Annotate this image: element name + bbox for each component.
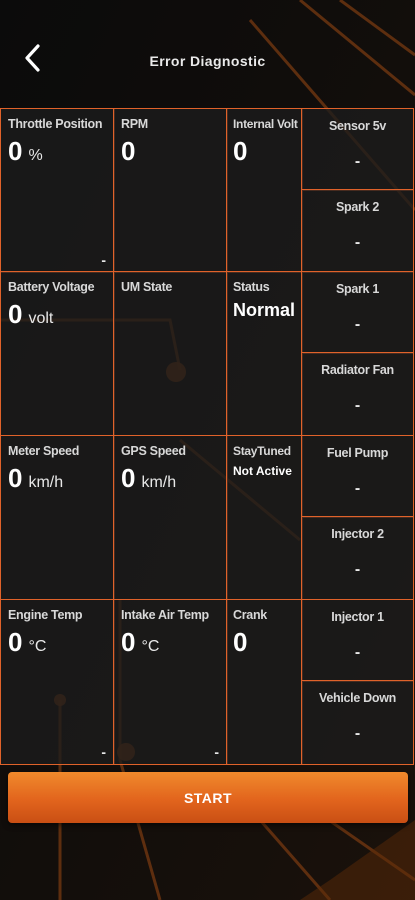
start-button[interactable]: START (8, 772, 408, 823)
value-unit: °C (141, 638, 160, 655)
diagnostic-grid: Throttle Position 0% - RPM 0 Internal Vo… (0, 108, 415, 765)
value-unit: volt (28, 310, 54, 327)
stay-tuned-tile: StayTuned Not Active (226, 435, 303, 600)
tile-label: Fuel Pump (326, 446, 389, 460)
injector-1-tile: Injector 1 - (301, 599, 414, 682)
tile-label: StayTuned (233, 444, 291, 458)
tile-value: Normal (233, 300, 295, 321)
tile-label: Sensor 5v (328, 119, 387, 133)
tile-label: Injector 2 (331, 527, 384, 541)
tile-label: GPS Speed (121, 444, 186, 458)
tile-value: 0 °C (8, 627, 46, 658)
tile-value: 0 °C (121, 627, 159, 658)
tile-value: - (354, 644, 361, 661)
value-number: 0 (233, 136, 248, 166)
tile-label: Injector 1 (331, 610, 384, 624)
injector-2-tile: Injector 2 - (301, 516, 414, 600)
tile-label: Crank (233, 608, 267, 622)
battery-voltage-tile: Battery Voltage 0 volt (0, 271, 115, 436)
tile-label: RPM (121, 117, 148, 131)
tile-label: Internal Volt (233, 117, 298, 131)
internal-volt-tile: Internal Volt 0 (226, 108, 303, 273)
tile-value: 0 (121, 136, 135, 167)
tile-label: Spark 2 (335, 200, 380, 214)
spark-1-tile: Spark 1 - (301, 271, 414, 354)
tile-label: Status (233, 280, 270, 294)
um-state-tile: UM State (113, 271, 228, 436)
tile-label: Vehicle Down (319, 691, 396, 705)
throttle-position-tile: Throttle Position 0% - (0, 108, 115, 273)
tile-value: 0 (233, 136, 247, 167)
value-unit: km/h (28, 474, 64, 491)
status-tile: Status Normal (226, 271, 303, 436)
tile-value: - (354, 234, 361, 251)
value-unit: % (28, 147, 43, 164)
meter-speed-tile: Meter Speed 0 km/h (0, 435, 115, 600)
tile-dash: - (214, 744, 219, 760)
value-number: 0 (233, 627, 248, 657)
tile-label: UM State (121, 280, 173, 294)
tile-label: Engine Temp (8, 608, 83, 622)
tile-value: - (354, 316, 361, 333)
tile-value: 0 km/h (8, 463, 63, 494)
tile-value: - (354, 561, 361, 578)
tile-label: Battery Voltage (8, 280, 95, 294)
tile-label: Throttle Position (8, 117, 103, 131)
value-unit: °C (28, 638, 47, 655)
tile-dash: - (101, 252, 106, 268)
value-number: 0 (121, 463, 136, 493)
tile-value: Not Active (233, 462, 292, 480)
status-value: Normal (233, 300, 296, 320)
value-number: 0 (121, 627, 136, 657)
value-number: 0 (121, 136, 136, 166)
page-title: Error Diagnostic (149, 53, 266, 69)
app-header: Error Diagnostic (0, 0, 415, 108)
tile-value: - (354, 397, 361, 414)
tile-value: - (354, 153, 361, 170)
spark-2-tile: Spark 2 - (301, 189, 414, 273)
tile-value: - (354, 480, 361, 497)
tile-label: Spark 1 (335, 282, 380, 296)
value-number: 0 (8, 299, 23, 329)
stay-tuned-value: Not Active (233, 464, 292, 478)
value-number: 0 (8, 627, 23, 657)
tile-label: Meter Speed (8, 444, 80, 458)
rpm-tile: RPM 0 (113, 108, 228, 273)
tile-label: Radiator Fan (321, 363, 394, 377)
tile-value: - (354, 725, 361, 742)
crank-tile: Crank 0 (226, 599, 303, 765)
value-unit: km/h (141, 474, 177, 491)
radiator-fan-tile: Radiator Fan - (301, 352, 414, 436)
tile-value: 0 km/h (121, 463, 176, 494)
tile-value: 0% (8, 136, 43, 167)
gps-speed-tile: GPS Speed 0 km/h (113, 435, 228, 600)
tile-value: 0 (233, 627, 247, 658)
tile-label: Intake Air Temp (121, 608, 209, 622)
value-number: 0 (8, 463, 23, 493)
intake-air-temp-tile: Intake Air Temp 0 °C - (113, 599, 228, 765)
engine-temp-tile: Engine Temp 0 °C - (0, 599, 115, 765)
sensor-5v-tile: Sensor 5v - (301, 108, 414, 191)
fuel-pump-tile: Fuel Pump - (301, 435, 414, 518)
vehicle-down-tile: Vehicle Down - (301, 680, 414, 765)
tile-dash: - (101, 744, 106, 760)
tile-value: 0 volt (8, 299, 53, 330)
value-number: 0 (8, 136, 23, 166)
